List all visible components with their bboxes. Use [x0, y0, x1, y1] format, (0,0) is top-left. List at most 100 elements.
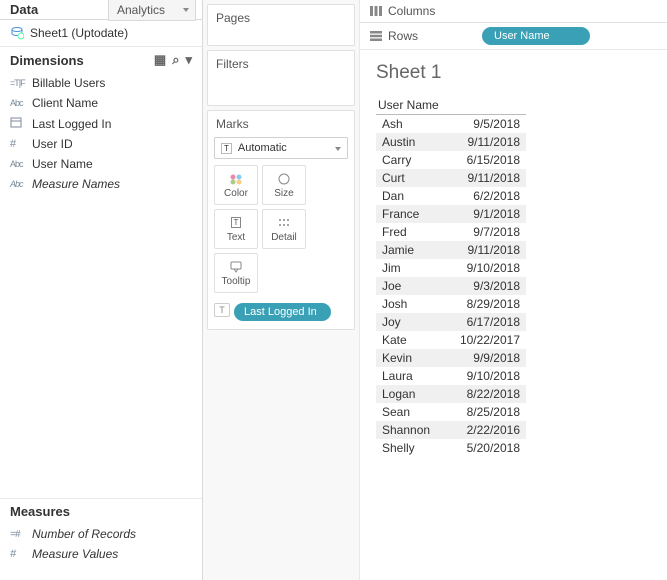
pages-shelf[interactable]: Pages — [207, 4, 355, 46]
row-name: Jim — [376, 259, 446, 277]
row-name: Dan — [376, 187, 446, 205]
row-name: Fred — [376, 223, 446, 241]
table-row[interactable]: Josh8/29/2018 — [376, 295, 526, 313]
dimension-field[interactable]: AbcMeasure Names — [10, 174, 192, 194]
row-value: 9/10/2018 — [446, 367, 526, 385]
marks-type-dropdown[interactable]: T Automatic — [214, 137, 348, 159]
row-name: Austin — [376, 133, 446, 151]
dimension-field[interactable]: =T|FBillable Users — [10, 73, 192, 93]
measure-list: =#Number of Records#Measure Values — [0, 524, 202, 570]
row-value: 9/10/2018 — [446, 259, 526, 277]
marks-pill-last-logged-in[interactable]: Last Logged In — [234, 303, 331, 321]
field-type-icon: =# — [10, 529, 32, 540]
pill-type-icon: T — [214, 303, 230, 317]
row-value: 8/29/2018 — [446, 295, 526, 313]
table-row[interactable]: Dan6/2/2018 — [376, 187, 526, 205]
dimension-field[interactable]: Last Logged In — [10, 113, 192, 134]
table-row[interactable]: Fred9/7/2018 — [376, 223, 526, 241]
field-type-icon: Abc — [10, 179, 32, 190]
size-icon — [277, 172, 291, 186]
table-row[interactable]: Laura9/10/2018 — [376, 367, 526, 385]
row-value: 9/11/2018 — [446, 133, 526, 151]
table-row[interactable]: Logan8/22/2018 — [376, 385, 526, 403]
row-value: 8/22/2018 — [446, 385, 526, 403]
row-value: 9/5/2018 — [446, 115, 526, 134]
menu-caret-icon[interactable]: ▾ — [185, 52, 192, 68]
field-type-icon: Abc — [10, 98, 32, 109]
dimension-field[interactable]: AbcClient Name — [10, 93, 192, 113]
row-value: 10/22/2017 — [446, 331, 526, 349]
row-value: 2/22/2016 — [446, 421, 526, 439]
table-row[interactable]: Curt9/11/2018 — [376, 169, 526, 187]
tab-data[interactable]: Data — [0, 2, 48, 17]
view-toggle-icon[interactable]: ▦ — [154, 52, 166, 68]
row-name: Kate — [376, 331, 446, 349]
marks-detail-button[interactable]: Detail — [262, 209, 306, 249]
field-label: Number of Records — [32, 527, 136, 541]
rows-shelf[interactable]: Rows User Name — [360, 23, 667, 49]
marks-color-button[interactable]: Color — [214, 165, 258, 205]
row-value: 6/2/2018 — [446, 187, 526, 205]
color-icon — [229, 172, 243, 186]
row-value: 5/20/2018 — [446, 439, 526, 457]
table-row[interactable]: Carry6/15/2018 — [376, 151, 526, 169]
rows-pill-user-name[interactable]: User Name — [482, 27, 590, 45]
row-name: Kevin — [376, 349, 446, 367]
table-row[interactable]: Shannon2/22/2016 — [376, 421, 526, 439]
row-name: Joy — [376, 313, 446, 331]
row-value: 6/17/2018 — [446, 313, 526, 331]
row-name: Shelly — [376, 439, 446, 457]
dimension-field[interactable]: AbcUser Name — [10, 154, 192, 174]
filters-shelf[interactable]: Filters — [207, 50, 355, 106]
detail-icon — [277, 216, 291, 230]
field-label: Billable Users — [32, 76, 105, 90]
row-name: Laura — [376, 367, 446, 385]
row-name: Shannon — [376, 421, 446, 439]
datasource-name: Sheet1 (Uptodate) — [30, 26, 128, 40]
field-label: User Name — [32, 157, 93, 171]
row-value: 9/11/2018 — [446, 241, 526, 259]
row-value: 9/9/2018 — [446, 349, 526, 367]
measure-field[interactable]: #Measure Values — [10, 544, 192, 564]
table-row[interactable]: Jim9/10/2018 — [376, 259, 526, 277]
row-name: Ash — [376, 115, 446, 134]
table-row[interactable]: Sean8/25/2018 — [376, 403, 526, 421]
row-name: Jamie — [376, 241, 446, 259]
shelves-column: Pages Filters Marks T Automatic Color — [203, 0, 360, 580]
row-name: Joe — [376, 277, 446, 295]
tab-analytics[interactable]: Analytics — [108, 0, 196, 21]
marks-tooltip-button[interactable]: Tooltip — [214, 253, 258, 293]
dimension-list: =T|FBillable UsersAbcClient NameLast Log… — [0, 73, 202, 200]
rows-icon — [370, 31, 382, 41]
marks-card: Marks T Automatic Color Size — [207, 110, 355, 330]
search-icon[interactable]: ⌕ — [172, 52, 179, 68]
viz-table-header: User Name — [376, 94, 526, 115]
table-row[interactable]: Shelly5/20/2018 — [376, 439, 526, 457]
field-label: Measure Values — [32, 547, 118, 561]
table-row[interactable]: Joe9/3/2018 — [376, 277, 526, 295]
columns-shelf[interactable]: Columns — [360, 0, 667, 22]
dimension-field[interactable]: #User ID — [10, 134, 192, 154]
field-type-icon: # — [10, 138, 32, 150]
table-row[interactable]: France9/1/2018 — [376, 205, 526, 223]
table-row[interactable]: Jamie9/11/2018 — [376, 241, 526, 259]
text-type-icon: T — [221, 143, 232, 154]
table-row[interactable]: Joy6/17/2018 — [376, 313, 526, 331]
row-name: Josh — [376, 295, 446, 313]
marks-text-button[interactable]: T Text — [214, 209, 258, 249]
row-value: 9/11/2018 — [446, 169, 526, 187]
table-row[interactable]: Kevin9/9/2018 — [376, 349, 526, 367]
text-icon: T — [231, 216, 242, 230]
row-name: Sean — [376, 403, 446, 421]
table-row[interactable]: Austin9/11/2018 — [376, 133, 526, 151]
table-row[interactable]: Ash9/5/2018 — [376, 115, 526, 134]
field-type-icon — [10, 116, 32, 131]
table-row[interactable]: Kate10/22/2017 — [376, 331, 526, 349]
sheet-title[interactable]: Sheet 1 — [376, 62, 651, 94]
marks-title: Marks — [214, 117, 348, 137]
measure-field[interactable]: =#Number of Records — [10, 524, 192, 544]
datasource-row[interactable]: Sheet1 (Uptodate) — [0, 20, 202, 47]
marks-size-button[interactable]: Size — [262, 165, 306, 205]
data-sidebar: Data Analytics Sheet1 (Uptodate) Dimensi… — [0, 0, 203, 580]
row-name: Curt — [376, 169, 446, 187]
